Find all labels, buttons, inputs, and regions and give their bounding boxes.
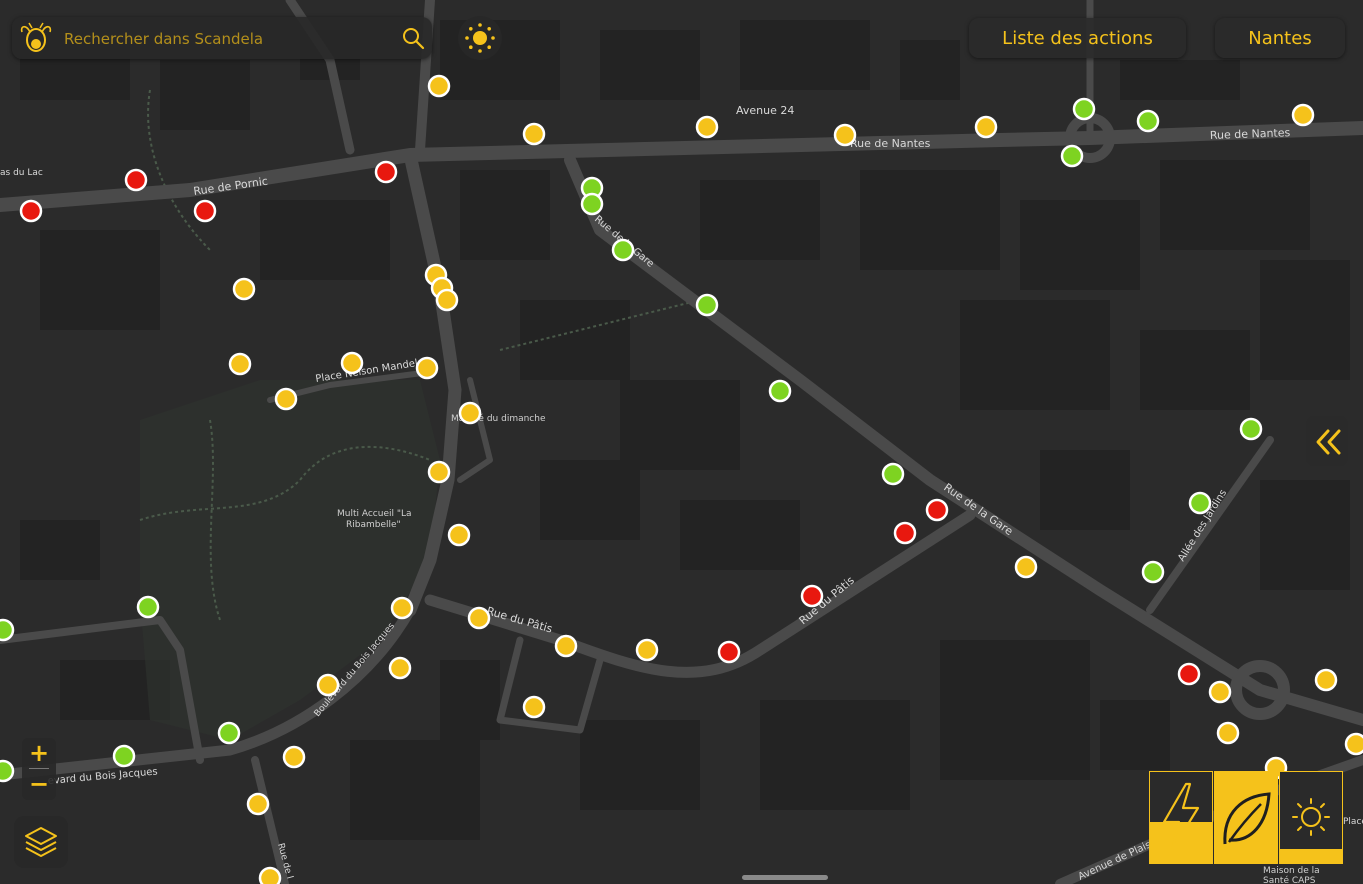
- streetlight-marker-yellow[interactable]: [1014, 555, 1038, 579]
- streetlight-marker-yellow[interactable]: [833, 123, 857, 147]
- poi-label: Ribambelle": [346, 520, 401, 530]
- streetlight-marker-yellow[interactable]: [415, 356, 439, 380]
- streetlight-marker-red[interactable]: [717, 640, 741, 664]
- double-chevron-left-icon: [1316, 429, 1341, 455]
- streetlight-marker-yellow[interactable]: [427, 460, 451, 484]
- streetlight-marker-green[interactable]: [1141, 560, 1165, 584]
- firefly-logo-icon[interactable]: [16, 20, 56, 56]
- streetlight-marker-yellow[interactable]: [522, 695, 546, 719]
- streetlight-marker-yellow[interactable]: [1216, 721, 1240, 745]
- streetlight-marker-green[interactable]: [1188, 491, 1212, 515]
- zoom-control: + −: [22, 738, 56, 800]
- streetlight-marker-green[interactable]: [1072, 97, 1096, 121]
- home-indicator: [742, 875, 828, 880]
- actions-list-button[interactable]: Liste des actions: [969, 18, 1186, 58]
- layers-button[interactable]: [14, 816, 68, 868]
- streetlight-marker-green[interactable]: [112, 744, 136, 768]
- streetlight-marker-green[interactable]: [0, 618, 15, 642]
- streetlight-marker-green[interactable]: [580, 192, 604, 216]
- zoom-out-button[interactable]: −: [22, 770, 56, 798]
- street-label: as du Lac: [0, 168, 43, 178]
- streetlight-marker-red[interactable]: [893, 521, 917, 545]
- streetlight-marker-yellow[interactable]: [467, 606, 491, 630]
- poi-label: Santé CAPS: [1263, 875, 1316, 884]
- streetlight-marker-yellow[interactable]: [554, 634, 578, 658]
- search-bar: [12, 17, 432, 59]
- streetlight-marker-yellow[interactable]: [1314, 668, 1338, 692]
- mode-ecology-button[interactable]: [1214, 771, 1278, 864]
- poi-label: Maison de la: [1263, 866, 1320, 876]
- streetlight-marker-yellow[interactable]: [522, 122, 546, 146]
- streetlight-marker-red[interactable]: [124, 168, 148, 192]
- streetlight-marker-yellow[interactable]: [228, 352, 252, 376]
- streetlight-marker-green[interactable]: [1060, 144, 1084, 168]
- mode-selector: [1149, 771, 1343, 864]
- streetlight-marker-red[interactable]: [19, 199, 43, 223]
- streetlight-marker-yellow[interactable]: [390, 596, 414, 620]
- zoom-in-button[interactable]: +: [22, 739, 56, 767]
- streetlight-marker-red[interactable]: [800, 584, 824, 608]
- leaf-icon: [1223, 792, 1271, 845]
- streetlight-marker-green[interactable]: [611, 238, 635, 262]
- sun-icon: [1292, 798, 1330, 836]
- streetlight-marker-yellow[interactable]: [635, 638, 659, 662]
- streetlight-marker-yellow[interactable]: [316, 673, 340, 697]
- streetlight-marker-yellow[interactable]: [427, 74, 451, 98]
- streetlight-marker-yellow[interactable]: [258, 866, 282, 884]
- streetlight-marker-yellow[interactable]: [1208, 680, 1232, 704]
- streetlight-marker-red[interactable]: [374, 160, 398, 184]
- streetlight-marker-green[interactable]: [695, 293, 719, 317]
- street-label: Place: [1343, 817, 1363, 827]
- streetlight-marker-yellow[interactable]: [1344, 732, 1363, 756]
- city-selector-button[interactable]: Nantes: [1215, 18, 1345, 58]
- sun-icon: [465, 23, 495, 53]
- search-input[interactable]: [62, 26, 396, 52]
- mode-light-button[interactable]: [1279, 771, 1343, 864]
- streetlight-marker-yellow[interactable]: [1291, 103, 1315, 127]
- map-canvas[interactable]: Avenue 24 Rue de Nantes Rue de Nantes Ru…: [0, 0, 1363, 884]
- streetlight-marker-green[interactable]: [1136, 109, 1160, 133]
- streetlight-marker-yellow[interactable]: [274, 387, 298, 411]
- brightness-button[interactable]: [458, 16, 502, 60]
- streetlight-marker-green[interactable]: [136, 595, 160, 619]
- streetlight-marker-green[interactable]: [881, 462, 905, 486]
- streetlight-marker-red[interactable]: [925, 498, 949, 522]
- search-icon[interactable]: [401, 26, 425, 50]
- streetlight-marker-yellow[interactable]: [447, 523, 471, 547]
- layers-icon: [25, 827, 57, 857]
- streetlight-marker-yellow[interactable]: [246, 792, 270, 816]
- streetlight-marker-yellow[interactable]: [232, 277, 256, 301]
- mode-energy-button[interactable]: [1149, 771, 1213, 864]
- streetlight-marker-yellow[interactable]: [388, 656, 412, 680]
- side-panel-toggle[interactable]: [1306, 416, 1348, 466]
- streetlight-marker-green[interactable]: [217, 721, 241, 745]
- lightning-icon: [1162, 782, 1200, 852]
- streetlight-marker-yellow[interactable]: [340, 351, 364, 375]
- streetlight-marker-red[interactable]: [193, 199, 217, 223]
- streetlight-marker-yellow[interactable]: [458, 401, 482, 425]
- streetlight-marker-green[interactable]: [0, 759, 15, 783]
- streetlight-marker-green[interactable]: [768, 379, 792, 403]
- streetlight-marker-yellow[interactable]: [974, 115, 998, 139]
- poi-label: Multi Accueil "La: [337, 509, 412, 519]
- zoom-divider: [29, 768, 49, 769]
- street-label: Rue de Nantes: [850, 137, 931, 150]
- streetlight-marker-yellow[interactable]: [435, 288, 459, 312]
- streetlight-marker-yellow[interactable]: [695, 115, 719, 139]
- streetlight-marker-red[interactable]: [1177, 662, 1201, 686]
- streetlight-marker-yellow[interactable]: [282, 745, 306, 769]
- street-label: Avenue 24: [736, 104, 794, 117]
- streetlight-marker-green[interactable]: [1239, 417, 1263, 441]
